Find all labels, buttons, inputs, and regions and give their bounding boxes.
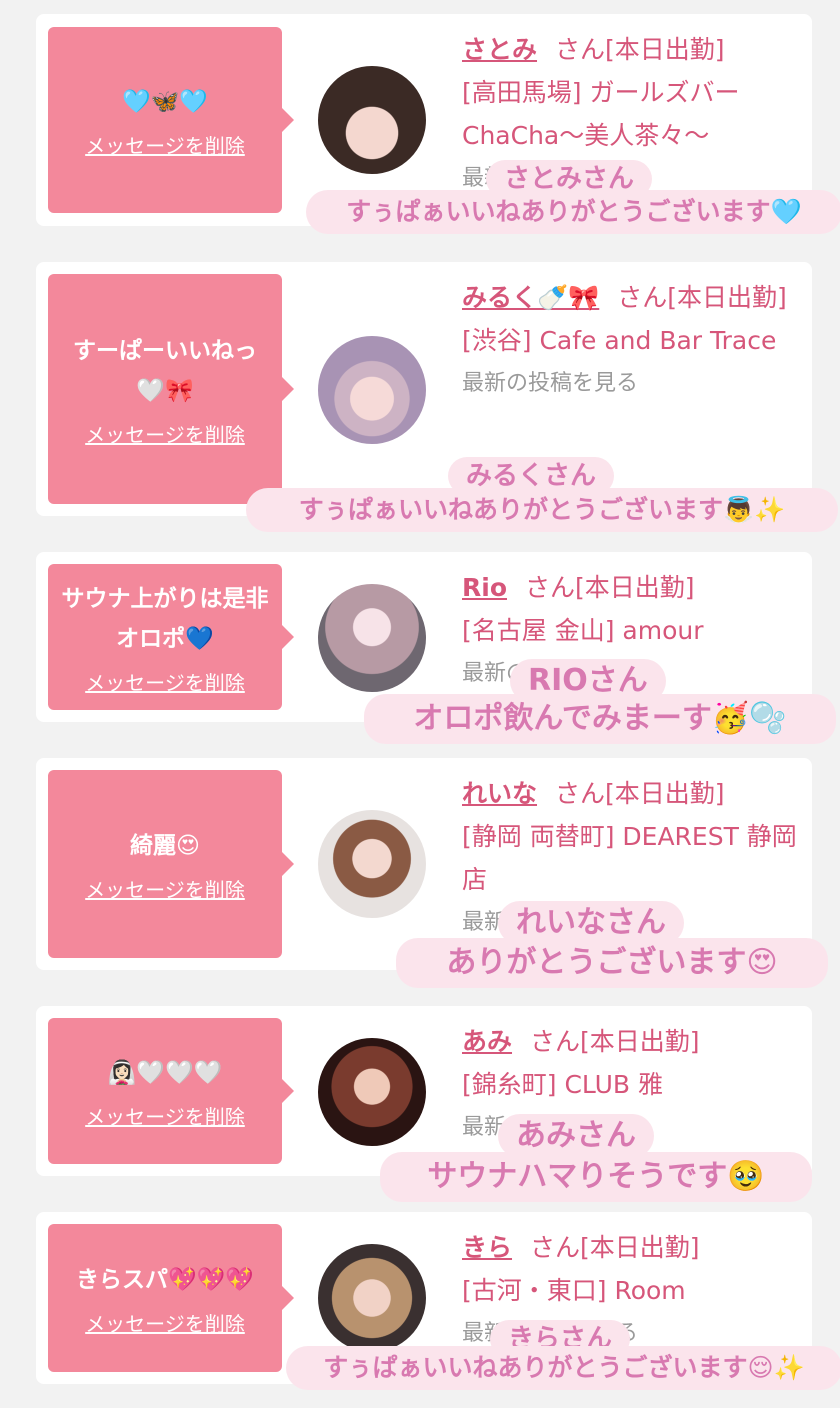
profile-name-link[interactable]: さとみ (462, 35, 537, 64)
message-text: 🩵🦋🩵 (122, 88, 208, 115)
avatar[interactable] (318, 810, 426, 918)
profile-name-link[interactable]: れいな (462, 779, 537, 808)
profile-name-link[interactable]: きら (462, 1233, 512, 1262)
name-suffix: さん[本日出勤] (555, 35, 725, 64)
name-suffix: さん[本日出勤] (525, 573, 695, 602)
message-card: 👰🏻‍♀️🤍🤍🤍 メッセージを削除 あみ さん[本日出勤] [錦糸町] CLUB … (36, 1006, 812, 1176)
profile-name-link[interactable]: みるく🍼🎀 (462, 283, 599, 312)
message-bubble: きらスパ💖💖💖 メッセージを削除 (48, 1224, 294, 1372)
caption-text: すぅぱぁいいねありがとうございます👼✨ (246, 488, 838, 532)
shop-name: [名古屋 金山] amour (462, 616, 704, 645)
delete-message-link[interactable]: メッセージを削除 (85, 1308, 245, 1337)
latest-post-link[interactable]: 最新の投稿を見る (462, 362, 802, 405)
shop-name: [静岡 両替町] DEAREST 静岡店 (462, 822, 797, 894)
shop-name: [高田馬場] ガールズバーChaCha〜美人茶々〜 (462, 78, 740, 150)
shop-name: [錦糸町] CLUB 雅 (462, 1070, 663, 1099)
message-text: サウナ上がりは是非オロポ💙 (61, 585, 269, 652)
profile-name-link[interactable]: あみ (462, 1027, 512, 1056)
message-bubble: 綺麗😍 メッセージを削除 (48, 770, 294, 958)
avatar[interactable] (318, 1244, 426, 1352)
name-suffix: さん[本日出勤] (555, 779, 725, 808)
message-text: きらスパ💖💖💖 (76, 1266, 254, 1293)
message-text: 👰🏻‍♀️🤍🤍🤍 (107, 1059, 223, 1086)
message-bubble: サウナ上がりは是非オロポ💙 メッセージを削除 (48, 564, 294, 710)
name-suffix: さん[本日出勤] (530, 1233, 700, 1262)
shop-name: [渋谷] Cafe and Bar Trace (462, 326, 777, 355)
message-card: すーぱーいいねっ🤍🎀 メッセージを削除 みるく🍼🎀 さん[本日出勤] [渋谷] C… (36, 262, 812, 516)
delete-message-link[interactable]: メッセージを削除 (85, 1101, 245, 1130)
avatar[interactable] (318, 1038, 426, 1146)
delete-message-link[interactable]: メッセージを削除 (85, 419, 245, 448)
caption-text: すぅぱぁいいねありがとうございます🩵 (306, 190, 840, 234)
caption-text: ありがとうございます😍 (396, 938, 828, 988)
shop-name: [古河・東口] Room (462, 1276, 686, 1305)
caption-text: オロポ飲んでみまーす🥳🫧 (364, 694, 836, 744)
message-bubble: すーぱーいいねっ🤍🎀 メッセージを削除 (48, 274, 294, 504)
caption-text: サウナハマりそうです🥹 (380, 1152, 812, 1202)
delete-message-link[interactable]: メッセージを削除 (85, 130, 245, 159)
caption-text: すぅぱぁいいねありがとうございます😌✨ (286, 1346, 840, 1390)
message-bubble: 👰🏻‍♀️🤍🤍🤍 メッセージを削除 (48, 1018, 294, 1164)
message-bubble: 🩵🦋🩵 メッセージを削除 (48, 27, 294, 213)
delete-message-link[interactable]: メッセージを削除 (85, 874, 245, 903)
avatar[interactable] (318, 66, 426, 174)
avatar[interactable] (318, 336, 426, 444)
delete-message-link[interactable]: メッセージを削除 (85, 667, 245, 696)
name-suffix: さん[本日出勤] (617, 283, 787, 312)
message-text: 綺麗😍 (130, 832, 200, 859)
message-text: すーぱーいいねっ🤍🎀 (73, 337, 257, 404)
name-suffix: さん[本日出勤] (530, 1027, 700, 1056)
profile-info: みるく🍼🎀 さん[本日出勤] [渋谷] Cafe and Bar Trace 最新… (462, 276, 802, 405)
profile-name-link[interactable]: Rio (462, 573, 507, 602)
avatar[interactable] (318, 584, 426, 692)
